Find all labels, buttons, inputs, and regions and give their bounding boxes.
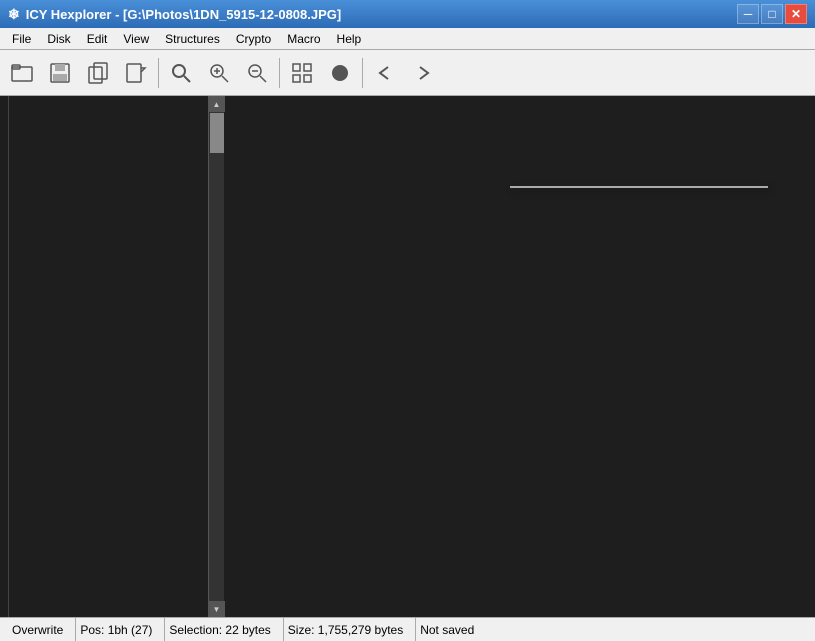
scroll-thumb[interactable] <box>210 113 224 153</box>
toolbar-separator-2 <box>279 58 280 88</box>
status-mode: Overwrite <box>8 618 76 641</box>
hex-container: ▲ ▼ <box>0 96 224 617</box>
title-bar: ❄ ICY Hexplorer - [G:\Photos\1DN_5915-12… <box>0 0 815 28</box>
menu-crypto[interactable]: Crypto <box>228 28 279 49</box>
record-button[interactable] <box>322 55 358 91</box>
scroll-down[interactable]: ▼ <box>209 601 225 617</box>
text-view <box>8 96 208 617</box>
copy-button[interactable] <box>80 55 116 91</box>
scroll-track[interactable] <box>209 112 224 601</box>
hex-editor[interactable] <box>0 96 8 617</box>
toolbar-separator-3 <box>362 58 363 88</box>
menu-structures[interactable]: Structures <box>157 28 228 49</box>
status-saved: Not saved <box>416 618 486 641</box>
status-selection: Selection: 22 bytes <box>165 618 283 641</box>
maximize-button[interactable]: □ <box>761 4 783 24</box>
save-button[interactable] <box>42 55 78 91</box>
find-button[interactable] <box>201 55 237 91</box>
scrollbar[interactable]: ▲ ▼ <box>208 96 224 617</box>
menu-macro[interactable]: Macro <box>279 28 328 49</box>
menu-file[interactable]: File <box>4 28 39 49</box>
search-button[interactable] <box>163 55 199 91</box>
status-position: Pos: 1bh (27) <box>76 618 165 641</box>
minimize-button[interactable]: ─ <box>737 4 759 24</box>
menu-edit[interactable]: Edit <box>79 28 116 49</box>
back-button[interactable] <box>367 55 403 91</box>
open-button[interactable] <box>4 55 40 91</box>
menu-bar: File Disk Edit View Structures Crypto Ma… <box>0 28 815 50</box>
forward-button[interactable] <box>405 55 441 91</box>
menu-view[interactable]: View <box>115 28 157 49</box>
toolbar <box>0 50 815 96</box>
context-menu <box>510 186 768 188</box>
menu-disk[interactable]: Disk <box>39 28 78 49</box>
find2-button[interactable] <box>239 55 275 91</box>
status-size: Size: 1,755,279 bytes <box>284 618 416 641</box>
toolbar-separator-1 <box>158 58 159 88</box>
menu-help[interactable]: Help <box>329 28 370 49</box>
window-title: ICY Hexplorer - [G:\Photos\1DN_5915-12-0… <box>26 7 342 22</box>
main-area: ▲ ▼ <box>0 96 815 617</box>
fit-button[interactable] <box>284 55 320 91</box>
export-button[interactable] <box>118 55 154 91</box>
close-button[interactable]: ✕ <box>785 4 807 24</box>
title-bar-left: ❄ ICY Hexplorer - [G:\Photos\1DN_5915-12… <box>8 6 341 23</box>
scroll-up[interactable]: ▲ <box>209 96 225 112</box>
title-bar-controls: ─ □ ✕ <box>737 4 807 24</box>
status-bar: Overwrite Pos: 1bh (27) Selection: 22 by… <box>0 617 815 641</box>
app-icon: ❄ <box>8 6 20 23</box>
